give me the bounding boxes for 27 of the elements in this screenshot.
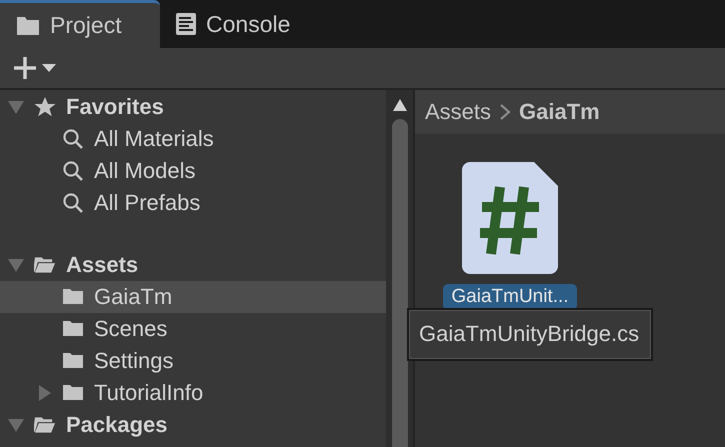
tooltip: GaiaTmUnityBridge.cs [407,308,654,361]
search-icon [62,160,84,182]
tree-item[interactable]: TutorialInfo [0,377,386,409]
folder-icon [16,16,40,36]
plus-icon [12,55,38,81]
scrollbar[interactable] [386,90,415,447]
tree-item[interactable]: All Models [0,155,386,187]
tree-item[interactable]: Favorites [0,91,386,123]
tree-item[interactable]: Settings [0,345,386,377]
tab[interactable]: Project [0,0,160,48]
script-file-icon [462,162,558,274]
console-icon [176,13,196,35]
search-icon [62,128,84,150]
tree-item[interactable]: Scenes [0,313,386,345]
breadcrumb-item[interactable]: GaiaTm [519,99,600,125]
search-icon [62,192,84,214]
tree-item[interactable]: Packages [0,409,386,441]
tree-item[interactable]: Assets [0,249,386,281]
star-icon [34,96,56,118]
breadcrumb-item[interactable]: Assets [425,99,492,125]
scroll-up-icon[interactable] [392,99,406,111]
tree-item[interactable]: GaiaTm [0,281,386,313]
chevron-icon [499,104,512,120]
file-name[interactable]: GaiaTmUnit... [443,284,577,310]
tree-item[interactable]: All Prefabs [0,187,386,219]
tree-item[interactable]: All Materials [0,123,386,155]
caret-icon [42,64,56,72]
